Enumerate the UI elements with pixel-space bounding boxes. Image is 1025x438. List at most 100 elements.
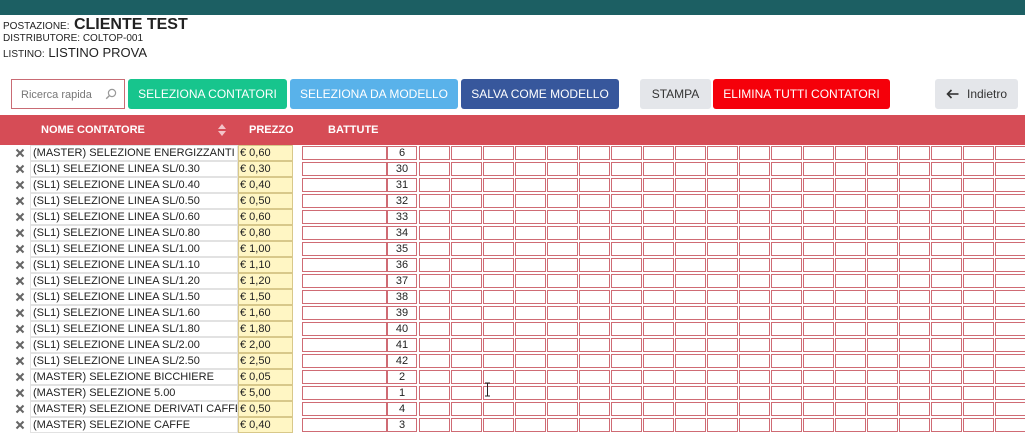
grid-cell[interactable]	[579, 290, 610, 304]
grid-cell[interactable]	[515, 258, 546, 272]
grid-cell[interactable]	[707, 402, 738, 416]
grid-cell[interactable]	[899, 386, 930, 400]
grid-cell[interactable]	[451, 306, 482, 320]
grid-cell[interactable]	[419, 306, 450, 320]
battute-input[interactable]	[302, 322, 387, 336]
grid-cell[interactable]	[643, 322, 674, 336]
grid-cell[interactable]	[803, 290, 834, 304]
grid-cell[interactable]	[579, 402, 610, 416]
close-icon[interactable]	[15, 164, 25, 174]
grid-cell[interactable]	[835, 402, 866, 416]
grid-cell[interactable]	[515, 338, 546, 352]
grid-cell[interactable]	[835, 194, 866, 208]
grid-cell[interactable]	[931, 290, 962, 304]
grid-cell[interactable]	[995, 210, 1025, 224]
grid-cell[interactable]	[835, 338, 866, 352]
grid-cell[interactable]	[419, 258, 450, 272]
grid-cell[interactable]	[963, 194, 994, 208]
search-input[interactable]: Ricerca rapida	[11, 79, 125, 109]
battute-input[interactable]	[302, 306, 387, 320]
grid-cell[interactable]	[451, 178, 482, 192]
grid-cell[interactable]	[899, 402, 930, 416]
grid-cell[interactable]	[963, 258, 994, 272]
battute-input[interactable]	[302, 418, 387, 432]
battute-number[interactable]: 33	[387, 210, 417, 224]
grid-cell[interactable]	[739, 306, 770, 320]
grid-cell[interactable]	[547, 210, 578, 224]
grid-cell[interactable]	[451, 258, 482, 272]
grid-cell[interactable]	[419, 162, 450, 176]
grid-cell[interactable]	[675, 354, 706, 368]
grid-cell[interactable]	[771, 258, 802, 272]
close-icon[interactable]	[15, 308, 25, 318]
grid-cell[interactable]	[867, 370, 898, 384]
grid-cell[interactable]	[771, 354, 802, 368]
grid-cell[interactable]	[995, 306, 1025, 320]
battute-input[interactable]	[302, 242, 387, 256]
grid-cell[interactable]	[547, 258, 578, 272]
grid-cell[interactable]	[451, 194, 482, 208]
grid-cell[interactable]	[643, 274, 674, 288]
grid-cell[interactable]	[675, 226, 706, 240]
grid-cell[interactable]	[611, 210, 642, 224]
grid-cell[interactable]	[803, 210, 834, 224]
price-field[interactable]: € 0,50	[238, 193, 293, 209]
grid-cell[interactable]	[931, 242, 962, 256]
battute-number[interactable]: 35	[387, 242, 417, 256]
grid-cell[interactable]	[995, 322, 1025, 336]
battute-number[interactable]: 42	[387, 354, 417, 368]
battute-number[interactable]: 4	[387, 402, 417, 416]
grid-cell[interactable]	[995, 146, 1025, 160]
grid-cell[interactable]	[931, 226, 962, 240]
grid-cell[interactable]	[675, 274, 706, 288]
grid-cell[interactable]	[707, 354, 738, 368]
grid-cell[interactable]	[419, 242, 450, 256]
grid-cell[interactable]	[771, 306, 802, 320]
price-field[interactable]: € 5,00	[238, 385, 293, 401]
battute-number[interactable]: 3	[387, 418, 417, 432]
grid-cell[interactable]	[611, 178, 642, 192]
price-field[interactable]: € 0,40	[238, 417, 293, 433]
grid-cell[interactable]	[963, 290, 994, 304]
grid-cell[interactable]	[515, 402, 546, 416]
grid-cell[interactable]	[611, 290, 642, 304]
grid-cell[interactable]	[675, 386, 706, 400]
grid-cell[interactable]	[451, 386, 482, 400]
grid-cell[interactable]	[867, 162, 898, 176]
grid-cell[interactable]	[707, 386, 738, 400]
grid-cell[interactable]	[963, 386, 994, 400]
price-field[interactable]: € 2,00	[238, 337, 293, 353]
grid-cell[interactable]	[931, 354, 962, 368]
grid-cell[interactable]	[643, 370, 674, 384]
grid-cell[interactable]	[931, 274, 962, 288]
grid-cell[interactable]	[675, 242, 706, 256]
grid-cell[interactable]	[867, 178, 898, 192]
grid-cell[interactable]	[579, 210, 610, 224]
battute-input[interactable]	[302, 402, 387, 416]
grid-cell[interactable]	[579, 226, 610, 240]
grid-cell[interactable]	[995, 338, 1025, 352]
grid-cell[interactable]	[835, 290, 866, 304]
grid-cell[interactable]	[931, 178, 962, 192]
grid-cell[interactable]	[931, 402, 962, 416]
close-icon[interactable]	[15, 212, 25, 222]
grid-cell[interactable]	[643, 162, 674, 176]
grid-cell[interactable]	[899, 370, 930, 384]
grid-cell[interactable]	[963, 354, 994, 368]
grid-cell[interactable]	[419, 146, 450, 160]
grid-cell[interactable]	[643, 242, 674, 256]
grid-cell[interactable]	[739, 418, 770, 432]
grid-cell[interactable]	[739, 370, 770, 384]
close-icon[interactable]	[15, 420, 25, 430]
grid-cell[interactable]	[675, 370, 706, 384]
grid-cell[interactable]	[707, 162, 738, 176]
grid-cell[interactable]	[515, 242, 546, 256]
grid-cell[interactable]	[483, 290, 514, 304]
grid-cell[interactable]	[451, 290, 482, 304]
close-icon[interactable]	[15, 324, 25, 334]
grid-cell[interactable]	[579, 322, 610, 336]
grid-cell[interactable]	[931, 306, 962, 320]
grid-cell[interactable]	[707, 242, 738, 256]
grid-cell[interactable]	[611, 146, 642, 160]
grid-cell[interactable]	[483, 338, 514, 352]
